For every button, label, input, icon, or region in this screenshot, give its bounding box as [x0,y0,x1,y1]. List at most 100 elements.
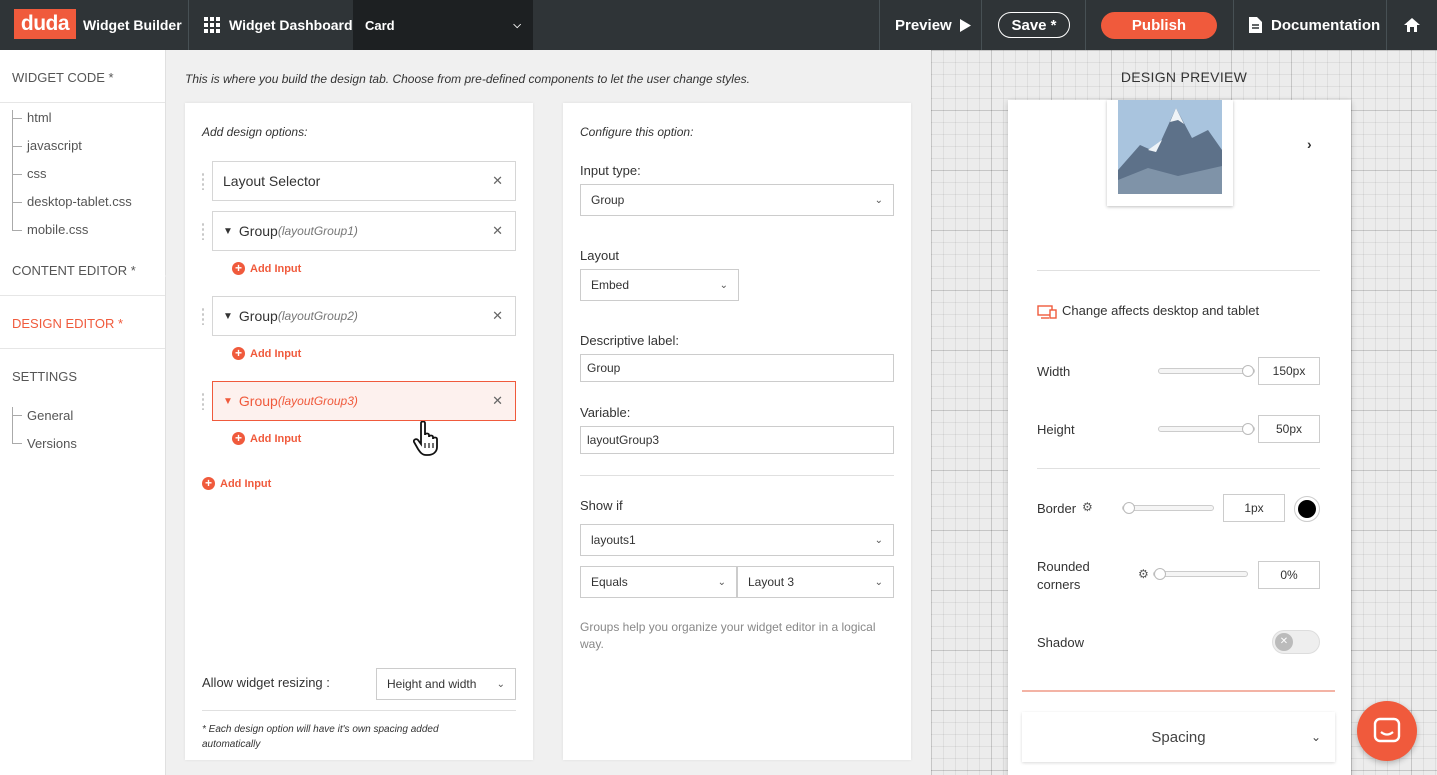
divider [0,348,165,349]
sidebar-item-design-editor[interactable]: DESIGN EDITOR * [12,316,123,331]
show-if-operator-select[interactable]: Equals ⌄ [580,566,737,598]
widget-dashboard-link[interactable]: Widget Dashboard [204,0,353,50]
play-icon [959,18,971,32]
file-html[interactable]: html [27,110,52,125]
border-slider[interactable] [1122,502,1214,514]
show-if-field-select[interactable]: layouts1 ⌄ [580,524,894,556]
show-if-value-select[interactable]: Layout 3 ⌄ [737,566,894,598]
height-slider[interactable] [1158,423,1255,435]
layout-select[interactable]: Embed ⌄ [580,269,739,301]
shadow-toggle[interactable]: ✕ [1272,630,1320,654]
border-color-swatch [1298,500,1316,518]
mountain-image [1118,100,1222,194]
sidebar-item-content-editor[interactable]: CONTENT EDITOR * [12,263,136,278]
border-input[interactable]: 1px [1223,494,1285,522]
file-mobile-css[interactable]: mobile.css [27,222,88,237]
sidebar: WIDGET CODE * html javascript css deskto… [0,50,166,775]
show-if-value: Layout 3 [748,575,795,589]
drag-handle-icon[interactable] [201,392,205,410]
variable-input[interactable]: layoutGroup3 [580,426,894,454]
tree-line [12,110,13,230]
add-input-button[interactable]: + Add Input [232,347,301,360]
option-group-3[interactable]: ▼ Group (layoutGroup3) ✕ [212,381,516,421]
option-group-2[interactable]: ▼ Group (layoutGroup2) ✕ [212,296,516,336]
rounded-corners-slider[interactable] [1153,568,1248,580]
file-javascript[interactable]: javascript [27,138,82,153]
gear-icon[interactable]: ⚙ [1082,500,1093,514]
width-slider-knob[interactable] [1242,365,1254,377]
settings-general[interactable]: General [27,408,73,423]
widget-select[interactable]: Card ⌵ [353,0,533,50]
drag-handle-icon[interactable] [201,172,205,190]
allow-resizing-select[interactable]: Height and width ⌄ [376,668,516,700]
save-button[interactable]: Save * [998,12,1070,38]
option-layout-selector[interactable]: Layout Selector ✕ [212,161,516,201]
close-icon[interactable]: ✕ [492,393,503,409]
publish-button[interactable]: Publish [1101,12,1217,39]
plus-icon: + [202,477,215,490]
tree-tick [12,230,22,231]
rounded-corners-input[interactable]: 0% [1258,561,1320,589]
width-slider[interactable] [1158,365,1255,377]
descriptive-label-label: Descriptive label: [580,333,679,348]
close-icon[interactable]: ✕ [492,308,503,324]
height-label: Height [1037,422,1075,437]
show-if-label: Show if [580,498,623,513]
duda-logo[interactable]: duda [14,9,76,39]
close-icon[interactable]: ✕ [492,223,503,239]
footnote: * Each design option will have it's own … [202,724,439,750]
chevron-down-icon: ⌄ [1310,730,1321,744]
option-variable: (layoutGroup3) [277,394,358,408]
width-input[interactable]: 150px [1258,357,1320,385]
close-icon[interactable]: ✕ [492,173,503,189]
allow-resizing-value: Height and width [387,677,477,691]
add-input-button[interactable]: + Add Input [232,262,301,275]
chevron-down-icon[interactable]: ▼ [223,226,233,237]
chevron-down-icon[interactable]: ▼ [223,311,233,322]
gear-icon[interactable]: ⚙ [1138,567,1149,581]
option-label: Layout Selector [223,173,321,189]
chevron-right-icon[interactable]: › [1307,136,1312,152]
sidebar-item-widget-code[interactable]: WIDGET CODE * [12,70,114,85]
home-icon [1404,18,1420,32]
drag-handle-icon[interactable] [201,307,205,325]
height-input[interactable]: 50px [1258,415,1320,443]
settings-versions[interactable]: Versions [27,436,77,451]
options-title: Add design options: [202,125,308,139]
variable-value: layoutGroup3 [587,433,660,447]
allow-resizing-label: Allow widget resizing : [202,675,330,690]
home-button[interactable] [1403,0,1421,50]
layout-thumbnail[interactable] [1107,100,1233,206]
file-desktop-tablet-css[interactable]: desktop-tablet.css [27,194,132,209]
rounded-corners-slider-knob[interactable] [1154,568,1166,580]
chevron-down-icon: ⌵ [513,19,521,31]
sidebar-item-settings[interactable]: SETTINGS [12,369,77,384]
chat-button[interactable] [1357,701,1417,761]
add-input-label: Add Input [250,432,302,445]
add-input-button[interactable]: + Add Input [232,432,301,445]
descriptive-label-input[interactable]: Group [580,354,894,382]
height-value: 50px [1275,422,1303,436]
plus-icon: + [232,432,245,445]
dashboard-label: Widget Dashboard [229,17,353,33]
drag-handle-icon[interactable] [201,222,205,240]
border-slider-knob[interactable] [1123,502,1135,514]
option-group-1[interactable]: ▼ Group (layoutGroup1) ✕ [212,211,516,251]
documentation-link[interactable]: Documentation [1249,0,1380,50]
show-if-field-value: layouts1 [591,533,636,547]
file-css[interactable]: css [27,166,47,181]
design-preview-area: DESIGN PREVIEW › Change affects desktop … [931,50,1437,775]
add-input-button[interactable]: + Add Input [202,477,271,490]
option-label: Group [238,308,278,324]
border-color-picker[interactable] [1294,496,1320,522]
add-input-label: Add Input [220,477,272,490]
tree-line [12,407,13,443]
preview-button[interactable]: Preview [895,0,971,50]
app-name: Widget Builder [83,17,182,33]
spacing-section[interactable]: Spacing ⌄ [1022,712,1335,762]
input-type-select[interactable]: Group ⌄ [580,184,894,216]
input-type-value: Group [591,193,625,207]
height-slider-knob[interactable] [1242,423,1254,435]
chevron-down-icon[interactable]: ▼ [223,396,233,407]
grid-icon [204,17,220,33]
